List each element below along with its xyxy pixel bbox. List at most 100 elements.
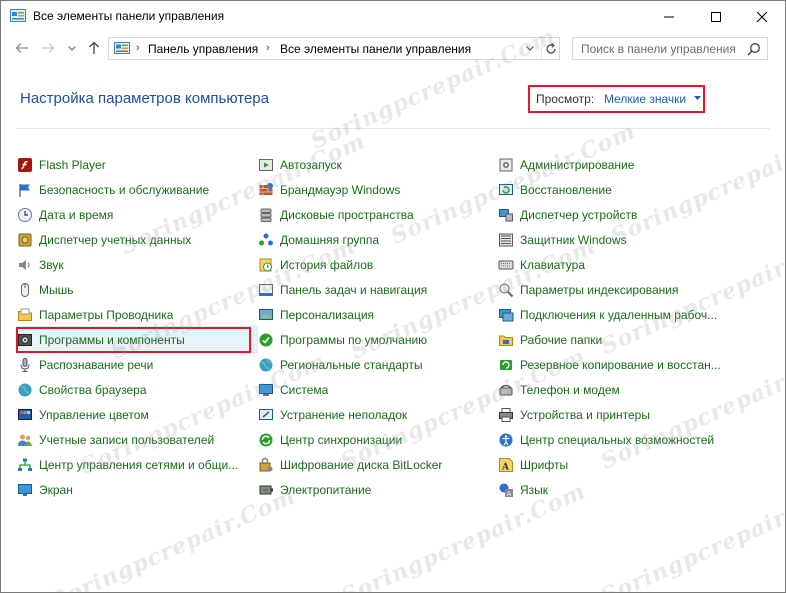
globe-icon: [18, 383, 32, 396]
programs-icon: [18, 333, 32, 346]
item-color-management[interactable]: Управление цветом: [17, 402, 257, 427]
item-printer[interactable]: Устройства и принтеры: [498, 402, 738, 427]
item-globe[interactable]: Свойства браузера: [17, 377, 257, 402]
up-button[interactable]: [83, 38, 105, 58]
search-icon[interactable]: [747, 42, 761, 56]
item-region[interactable]: Региональные стандарты: [258, 352, 498, 377]
item-flag[interactable]: Безопасность и обслуживание: [17, 177, 257, 202]
item-recovery[interactable]: Восстановление: [498, 177, 738, 202]
item-network[interactable]: Центр управления сетями и общи...: [17, 452, 257, 477]
folder-options-icon: [18, 308, 32, 321]
item-file-history[interactable]: История файлов: [258, 252, 498, 277]
forward-button[interactable]: [37, 38, 59, 58]
item-display[interactable]: Экран: [17, 477, 257, 502]
refresh-icon: [545, 42, 556, 54]
item-flash-player[interactable]: Flash Player: [17, 152, 257, 177]
item-language[interactable]: A Язык: [498, 477, 738, 502]
refresh-button[interactable]: [541, 39, 559, 58]
item-backup-restore[interactable]: Резервное копирование и восстан...: [498, 352, 738, 377]
item-label: Распознавание речи: [39, 357, 154, 372]
item-work-folders[interactable]: Рабочие папки: [498, 327, 738, 352]
address-bar[interactable]: › Панель управления › Все элементы панел…: [108, 37, 560, 60]
item-firewall[interactable]: Брандмауэр Windows: [258, 177, 498, 202]
item-label: Центр управления сетями и общи...: [39, 457, 239, 472]
item-microphone[interactable]: Распознавание речи: [17, 352, 257, 377]
title-bar[interactable]: Все элементы панели управления: [1, 1, 785, 32]
breadcrumb-separator-icon[interactable]: ›: [266, 42, 270, 54]
item-fonts[interactable]: A Шрифты: [498, 452, 738, 477]
item-autoplay[interactable]: Автозапуск: [258, 152, 498, 177]
breadcrumb-all-items[interactable]: Все элементы панели управления: [280, 42, 471, 56]
item-bitlocker[interactable]: Шифрование диска BitLocker: [258, 452, 498, 477]
users-icon: [18, 434, 32, 446]
close-button[interactable]: [739, 1, 785, 32]
breadcrumb-control-panel[interactable]: Панель управления: [148, 42, 258, 56]
search-box[interactable]: [572, 37, 768, 60]
homegroup-icon: [259, 233, 273, 245]
item-default-programs[interactable]: Программы по умолчанию: [258, 327, 498, 352]
item-programs[interactable]: Программы и компоненты: [16, 326, 258, 353]
recent-locations-button[interactable]: [61, 38, 83, 58]
item-speaker[interactable]: Звук: [17, 252, 257, 277]
item-label: Учетные записи пользователей: [39, 432, 215, 447]
item-ease-of-access[interactable]: Центр специальных возможностей: [498, 427, 738, 452]
item-label: Параметры Проводника: [39, 307, 174, 322]
item-label: Подключения к удаленным рабоч...: [520, 307, 718, 322]
color-management-icon: [18, 408, 32, 420]
item-label: Экран: [39, 482, 73, 497]
caret-down-icon[interactable]: [694, 96, 701, 100]
page-title: Настройка параметров компьютера: [20, 90, 269, 107]
item-system[interactable]: Система: [258, 377, 498, 402]
item-homegroup[interactable]: Домашняя группа: [258, 227, 498, 252]
flash-player-icon: [18, 157, 32, 172]
item-device-manager[interactable]: Диспетчер устройств: [498, 202, 738, 227]
item-label: Flash Player: [39, 157, 106, 172]
item-label: Свойства браузера: [39, 382, 147, 397]
search-input[interactable]: [573, 38, 743, 59]
item-label: Администрирование: [520, 157, 635, 172]
ease-of-access-icon: [499, 433, 513, 446]
item-taskbar[interactable]: Панель задач и навигация: [258, 277, 498, 302]
item-defender[interactable]: Защитник Windows: [498, 227, 738, 252]
item-credential-vault[interactable]: Диспетчер учетных данных: [17, 227, 257, 252]
item-personalization[interactable]: Персонализация: [258, 302, 498, 327]
svg-text:A: A: [501, 462, 510, 472]
item-label: Шрифты: [520, 457, 569, 472]
item-label: Электропитание: [280, 482, 372, 497]
taskbar-icon: [259, 283, 273, 296]
file-history-icon: [259, 258, 272, 271]
item-label: Автозапуск: [280, 157, 342, 172]
breadcrumb-separator-icon[interactable]: ›: [136, 42, 140, 54]
phone-modem-icon: [499, 384, 513, 395]
view-by-selector[interactable]: Просмотр: Мелкие значки: [528, 85, 705, 113]
item-sync-center[interactable]: Центр синхронизации: [258, 427, 498, 452]
maximize-button[interactable]: [693, 1, 739, 32]
chevron-down-icon: [526, 46, 534, 51]
item-indexing[interactable]: Параметры индексирования: [498, 277, 738, 302]
speaker-icon: [19, 259, 30, 270]
item-clock[interactable]: Дата и время: [17, 202, 257, 227]
item-storage-spaces[interactable]: Дисковые пространства: [258, 202, 498, 227]
close-icon: [757, 11, 767, 22]
minimize-button[interactable]: [646, 1, 692, 32]
item-power-options[interactable]: Электропитание: [258, 477, 498, 502]
svg-text:A: A: [507, 490, 512, 498]
item-mouse[interactable]: Мышь: [17, 277, 257, 302]
view-by-dropdown[interactable]: Мелкие значки: [604, 92, 686, 106]
item-label: Резервное копирование и восстан...: [520, 357, 721, 372]
item-admin-tools[interactable]: Администрирование: [498, 152, 738, 177]
item-remote-desktop[interactable]: Подключения к удаленным рабоч...: [498, 302, 738, 327]
arrow-left-icon: [15, 43, 28, 53]
navigation-bar: › Панель управления › Все элементы панел…: [1, 32, 785, 64]
item-phone-modem[interactable]: Телефон и модем: [498, 377, 738, 402]
items-column-1: Flash Player Безопасность и обслуживание Д…: [16, 152, 258, 502]
item-users[interactable]: Учетные записи пользователей: [17, 427, 257, 452]
item-folder-options[interactable]: Параметры Проводника: [17, 302, 257, 327]
items-column-3: Администрирование Восстановление Диспетчер…: [498, 152, 738, 502]
item-troubleshooting[interactable]: Устранение неполадок: [258, 402, 498, 427]
back-button[interactable]: [11, 38, 33, 58]
address-history-button[interactable]: [521, 39, 539, 58]
mouse-icon: [21, 282, 29, 297]
view-by-label: Просмотр:: [536, 92, 595, 106]
item-keyboard[interactable]: Клавиатура: [498, 252, 738, 277]
